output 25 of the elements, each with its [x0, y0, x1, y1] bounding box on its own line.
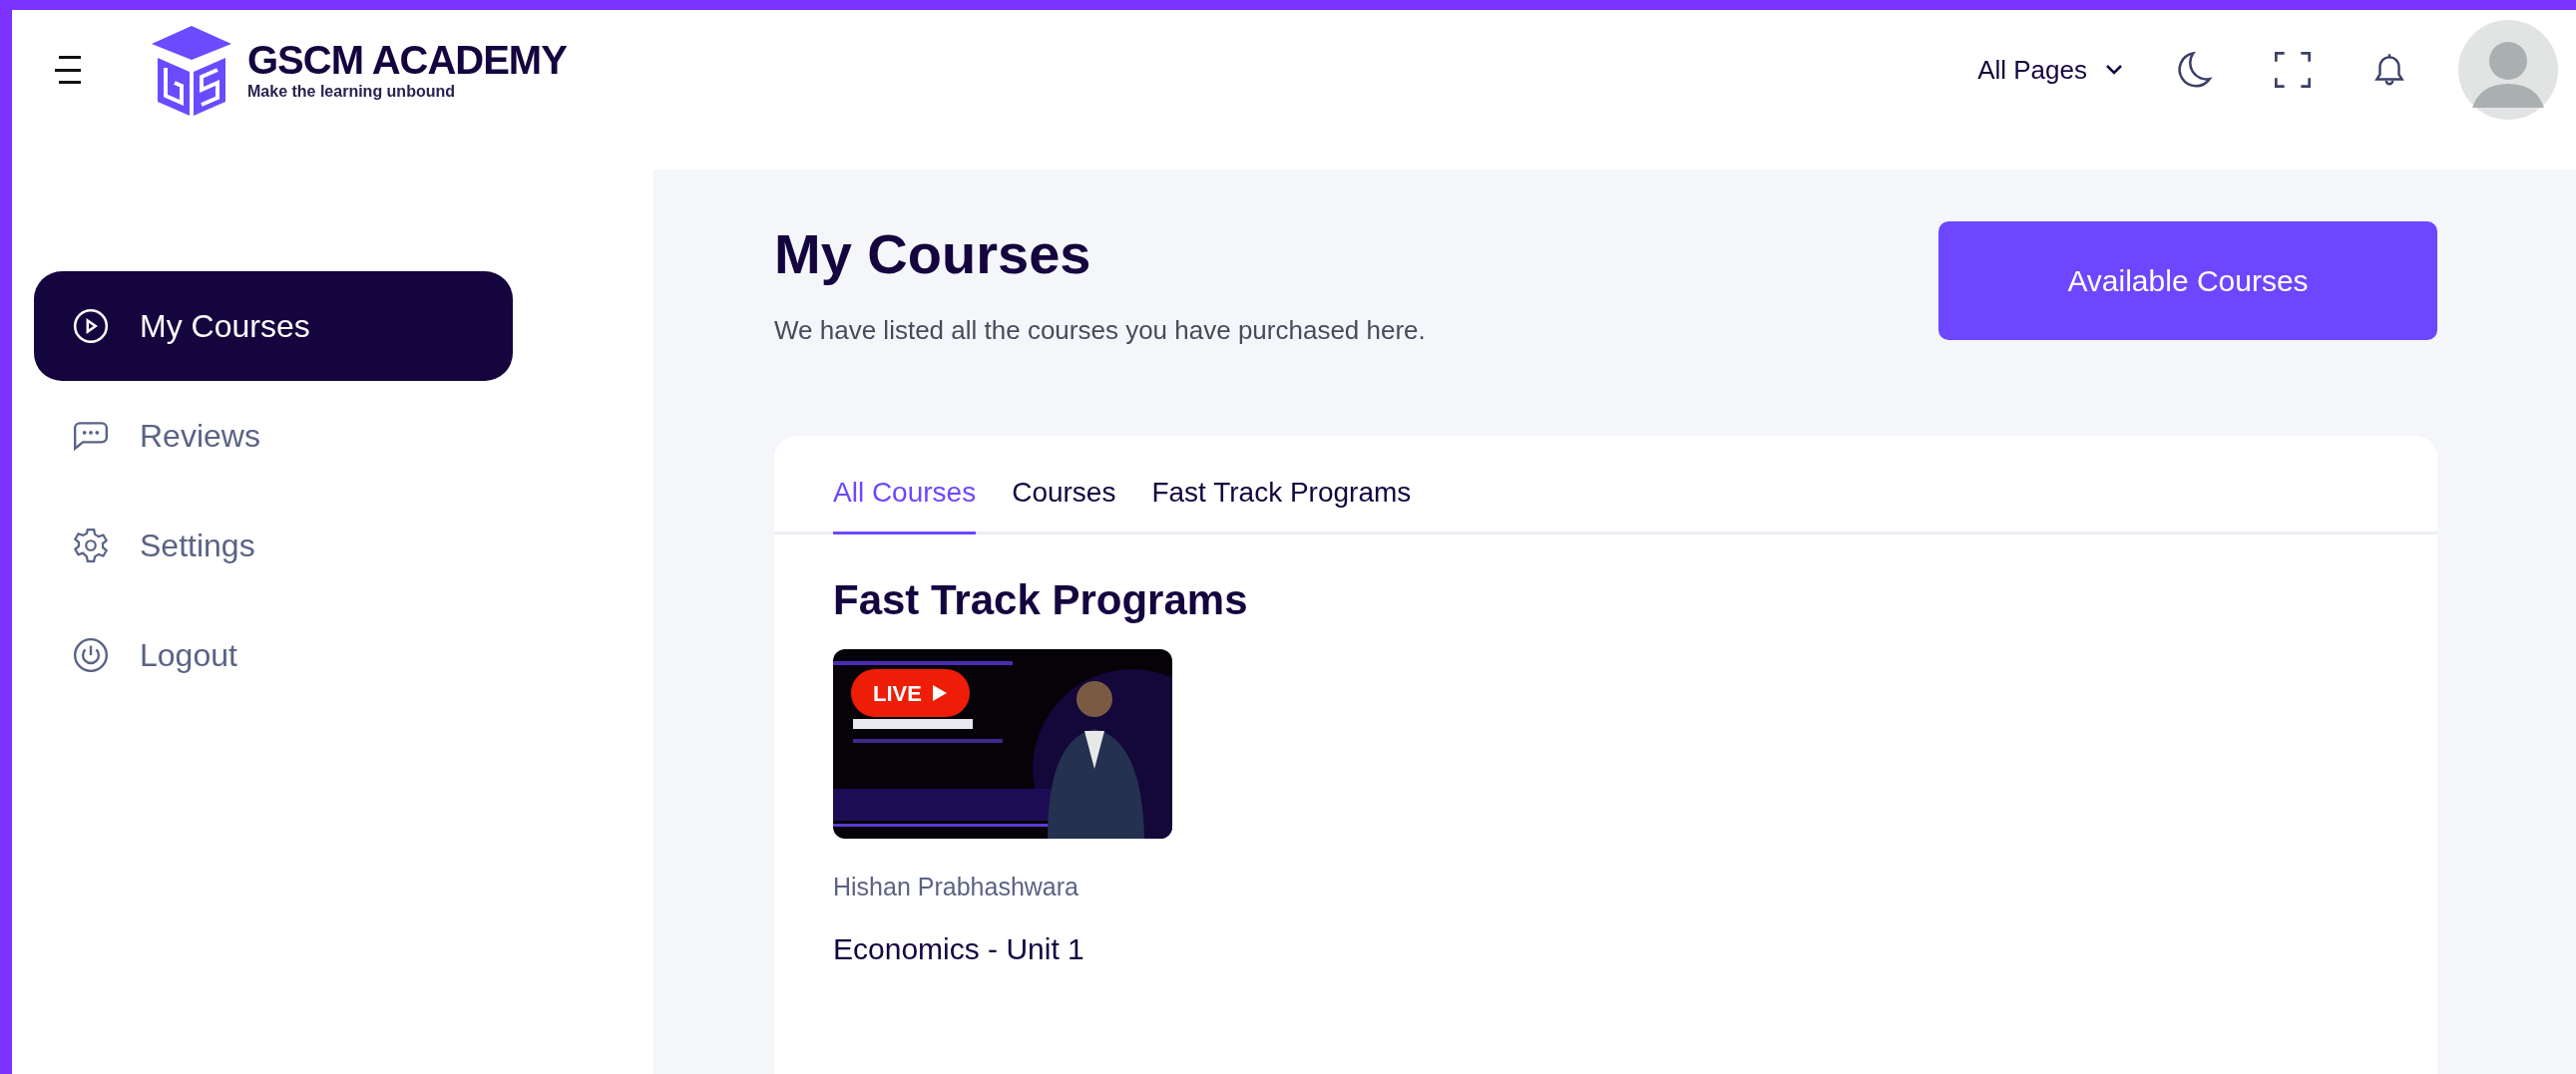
tagline: Make the learning unbound	[247, 82, 456, 102]
play-icon	[931, 684, 948, 702]
tab[interactable]: Fast Track Programs	[1151, 456, 1412, 535]
menu-icon[interactable]	[55, 56, 81, 84]
play-circle-icon	[72, 307, 110, 345]
gear-icon	[72, 527, 110, 564]
brand-name: GSCM ACADEMY	[247, 38, 567, 82]
chat-icon	[72, 420, 110, 452]
sidebar-item[interactable]: Reviews	[34, 381, 513, 491]
chevron-icon	[2105, 64, 2123, 76]
page-title: My Courses	[774, 221, 1092, 287]
sidebar-item[interactable]: Logout	[34, 600, 513, 710]
course-author: Hishan Prabhashwara	[833, 872, 1079, 902]
course-title: Economics - Unit 1	[833, 930, 1085, 967]
available-courses-button[interactable]: Available Courses	[1938, 221, 2437, 340]
pages-dropdown[interactable]: All Pages	[1977, 50, 2123, 90]
fullscreen-icon[interactable]	[2273, 50, 2313, 90]
tab[interactable]: Courses	[1012, 456, 1116, 535]
section-title: Fast Track Programs	[833, 575, 1249, 625]
power-icon	[72, 636, 110, 674]
page-subtitle: We have listed all the courses you have purchased here.	[774, 314, 1426, 347]
sidebar-item[interactable]: Settings	[34, 491, 513, 600]
sidebar-item[interactable]: My Courses	[34, 271, 513, 381]
live-badge: LIVE	[851, 669, 970, 717]
tab[interactable]: All Courses	[833, 456, 977, 535]
